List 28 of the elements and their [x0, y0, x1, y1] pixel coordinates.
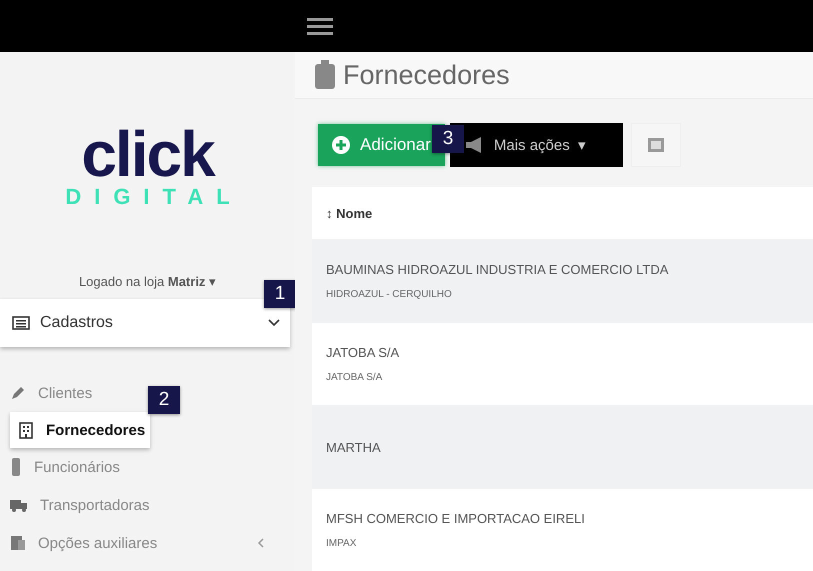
plus-circle-icon [332, 136, 350, 154]
sidebar-item[interactable]: Fornecedores [10, 412, 150, 448]
truck-icon [10, 498, 28, 512]
page-title: Fornecedores [343, 60, 510, 90]
table-row[interactable]: MFSH COMERCIO E IMPORTACAO EIRELI IMPAX [312, 489, 813, 571]
cadastros-section[interactable]: Cadastros [0, 299, 290, 347]
table-row[interactable]: JATOBA S/A JATOBA S/A [312, 323, 813, 405]
supplier-name: MFSH COMERCIO E IMPORTACAO EIRELI [326, 511, 586, 526]
callout-badge: 3 [432, 125, 464, 153]
table-row[interactable]: BAUMINAS HIDROAZUL INDUSTRIA E COMERCIO LTDA HIDROAZUL - CERQUILHO [312, 239, 813, 323]
store-label[interactable]: Logado na loja Matriz ▾ [78, 274, 216, 296]
list-icon [12, 316, 30, 330]
table-row[interactable]: MARTHA [312, 405, 813, 489]
column-header[interactable]: ↕ Nome [326, 206, 372, 220]
logo-word: click [81, 124, 214, 184]
supplier-name: BAUMINAS HIDROAZUL INDUSTRIA E COMERCIO LTDA [326, 262, 670, 277]
callout-badge: 1 [264, 280, 296, 308]
callout-badge: 2 [148, 386, 180, 414]
supplier-detail: JATOBA S/A [326, 372, 384, 383]
supplier-detail: IMPAX [326, 538, 358, 549]
logo-tagline: DIGITAL [65, 184, 243, 210]
pencil-icon [10, 385, 26, 401]
grid-icon [646, 137, 665, 153]
supplier-name: MARTHA [326, 440, 382, 454]
columns-button[interactable] [630, 123, 681, 167]
supplier-name: JATOBA S/A [326, 345, 400, 360]
menu-icon[interactable] [307, 16, 333, 36]
supplier-detail: HIDROAZUL - CERQUILHO [326, 289, 453, 300]
